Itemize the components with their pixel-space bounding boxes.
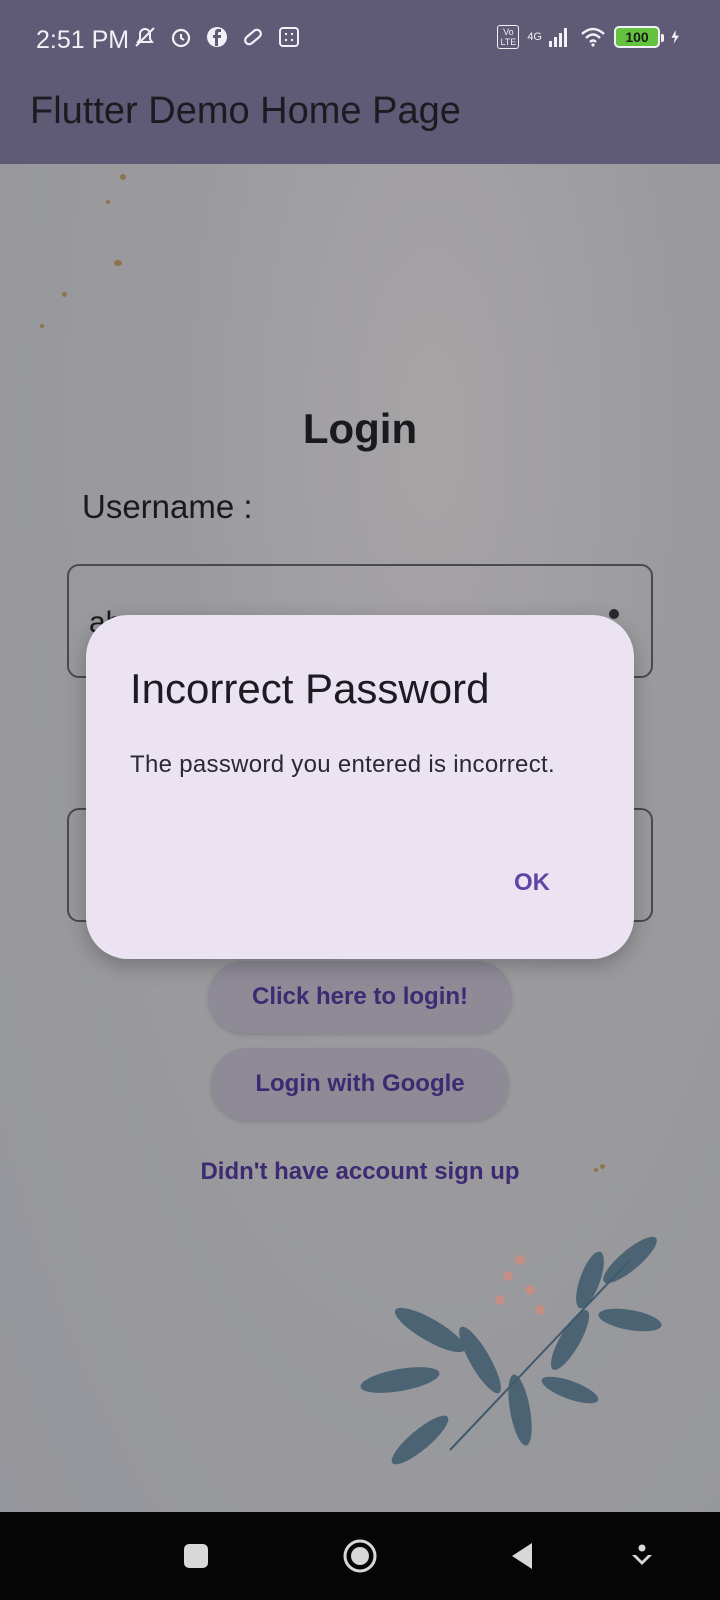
status-bar: 2:51 PM Vo LTE 4G 100 [0, 0, 720, 80]
gold-speck [120, 174, 126, 180]
status-time: 2:51 PM [36, 26, 130, 54]
gold-speck [62, 292, 67, 297]
gold-speck [40, 324, 44, 328]
google-login-button[interactable]: Login with Google [211, 1048, 509, 1120]
menu-down-icon[interactable] [624, 1538, 660, 1574]
login-button[interactable]: Click here to login! [208, 961, 512, 1033]
home-icon[interactable] [342, 1538, 378, 1574]
signal-icon [549, 28, 567, 47]
login-heading: Login [302, 405, 418, 452]
network-type: 4G [527, 30, 542, 43]
system-nav-bar [0, 1512, 720, 1600]
facebook-icon [207, 27, 227, 47]
gold-speck [106, 200, 110, 204]
status-icons-left [132, 24, 302, 50]
gold-speck [114, 260, 122, 266]
pill-icon [244, 28, 262, 46]
incorrect-password-dialog: Incorrect Password The password you ente… [86, 615, 634, 959]
alarm-icon [171, 28, 191, 48]
wifi-icon [581, 27, 605, 47]
ok-button[interactable]: OK [508, 861, 556, 905]
leaf-decoration [360, 1236, 662, 1465]
calculator-icon [279, 27, 299, 47]
recent-apps-icon[interactable] [178, 1538, 214, 1574]
status-icons-right: Vo LTE 4G 100 [497, 24, 686, 50]
mute-icon [135, 27, 155, 47]
app-bar: Flutter Demo Home Page [0, 80, 720, 164]
dialog-message: The password you entered is incorrect. [130, 751, 555, 778]
signup-link[interactable]: Didn't have account sign up [0, 1158, 720, 1186]
username-label: Username : [82, 488, 253, 525]
dialog-title: Incorrect Password [130, 665, 490, 712]
battery-icon: 100 [614, 26, 664, 48]
volte-icon: Vo LTE [497, 25, 520, 49]
charging-icon [671, 30, 680, 44]
page-title: Flutter Demo Home Page [30, 90, 461, 132]
back-icon[interactable] [506, 1538, 542, 1574]
